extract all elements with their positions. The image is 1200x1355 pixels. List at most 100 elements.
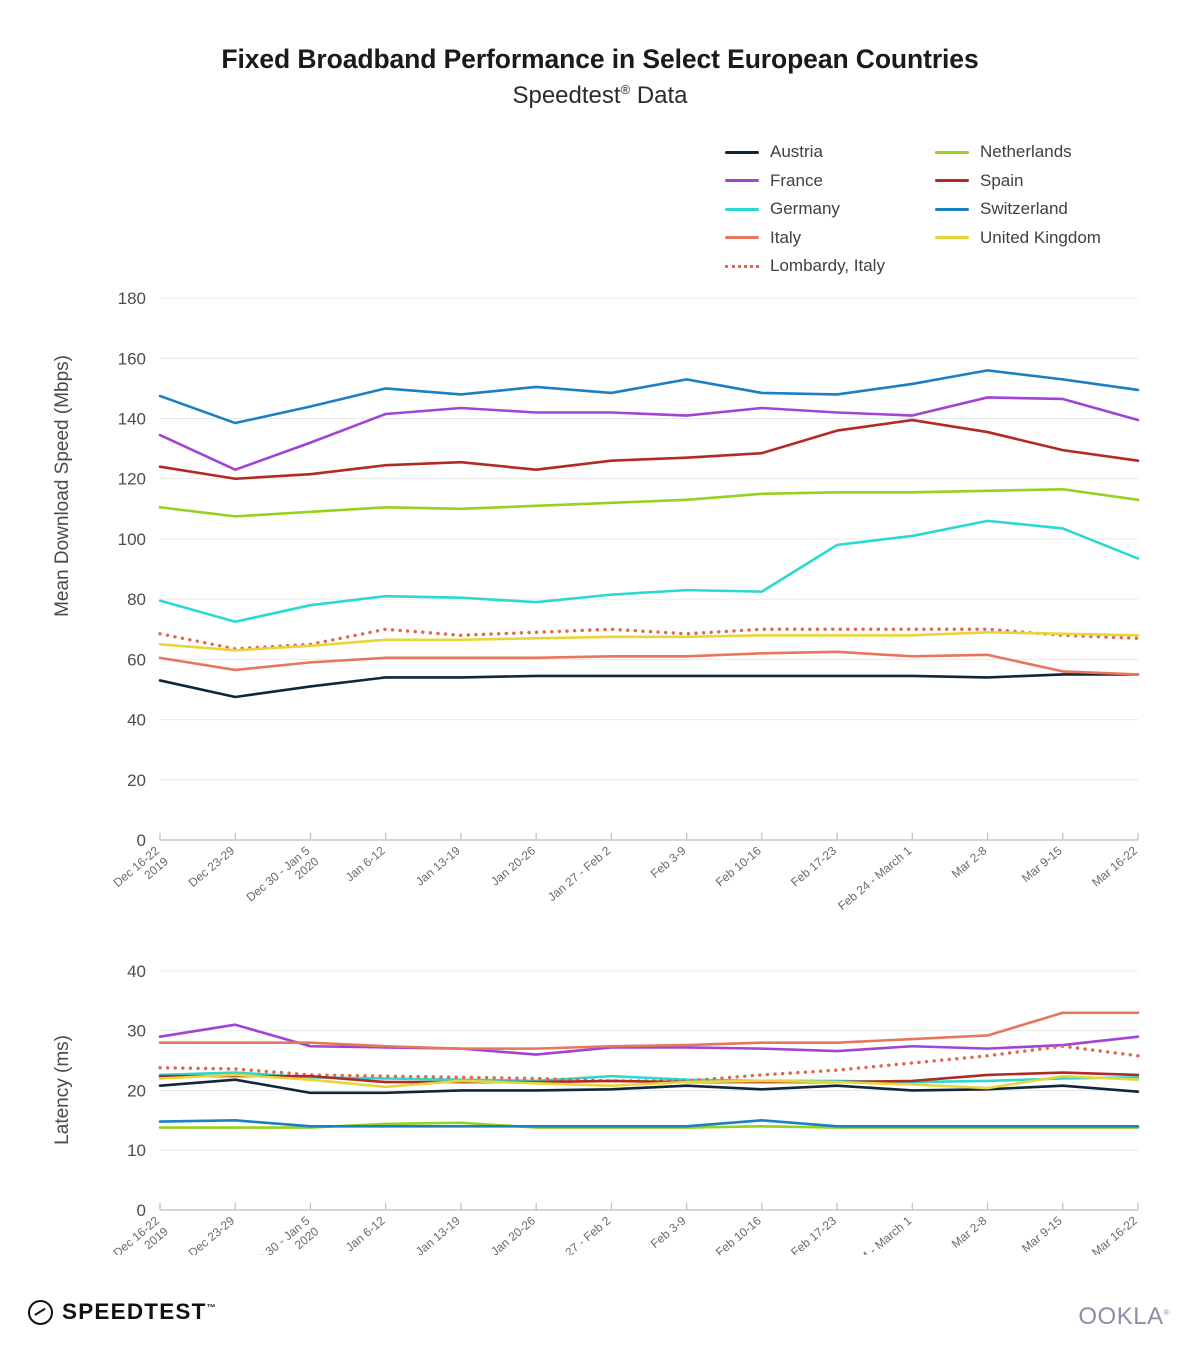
legend-item-france[interactable]: France: [725, 171, 935, 191]
y-tick-label: 10: [127, 1141, 146, 1160]
svg-text:Feb 24 - March 1: Feb 24 - March 1: [835, 843, 914, 913]
legend-item-united-kingdom[interactable]: United Kingdom: [935, 228, 1145, 248]
svg-text:Mar 9-15: Mar 9-15: [1019, 1213, 1065, 1255]
x-tick-label: Jan 27 - Feb 2: [545, 843, 614, 904]
y-axis-tick-labels: 0 10 20 30 40: [127, 962, 146, 1220]
svg-text:Feb 3-9: Feb 3-9: [648, 843, 689, 881]
series-group: [158, 369, 1140, 699]
x-tick-label: Feb 17-23: [788, 1213, 839, 1255]
x-tick-label: Dec 30 - Jan 52020: [244, 1213, 322, 1255]
svg-text:Mar 16-22: Mar 16-22: [1089, 1213, 1140, 1255]
page-title: Fixed Broadband Performance in Select Eu…: [221, 44, 979, 74]
y-tick-label: 40: [127, 711, 146, 730]
x-tick-label: Jan 20-26: [488, 1213, 538, 1255]
x-tick-label: Jan 13-19: [413, 1213, 463, 1255]
registered-mark: ®: [620, 82, 631, 98]
x-tick-label: Jan 13-19: [413, 843, 463, 888]
x-tick-label: Jan 20-26: [488, 843, 538, 888]
y-axis-tick-labels: 0 20 40 60 80 100 120 140 160 180: [118, 289, 146, 850]
x-tick-label: Jan 6-12: [343, 1213, 388, 1254]
series-line-germany: [158, 519, 1140, 624]
y-tick-label: 40: [127, 962, 146, 981]
legend-swatch-icon: [725, 179, 759, 183]
svg-text:Feb 17-23: Feb 17-23: [788, 843, 839, 889]
x-tick-label: Mar 9-15: [1019, 1213, 1065, 1255]
y-tick-label: 20: [127, 1081, 146, 1100]
x-tick-label: Feb 10-16: [713, 1213, 764, 1255]
page-subtitle: Speedtest® Data: [0, 82, 1200, 110]
speedometer-icon: [28, 1299, 53, 1325]
legend-item-netherlands[interactable]: Netherlands: [935, 142, 1145, 162]
svg-text:Feb 3-9: Feb 3-9: [648, 1213, 689, 1251]
x-axis-tick-labels: Dec 16-222019 Dec 23-29 Dec 30 - Jan 52020…: [111, 1213, 1141, 1255]
series-group: [158, 1011, 1140, 1129]
speedtest-wordmark: SPEEDTEST™: [62, 1299, 216, 1324]
x-tick-label: Feb 3-9: [648, 1213, 689, 1251]
legend-swatch-icon: [935, 179, 969, 183]
title-block: Fixed Broadband Performance in Select Eu…: [0, 0, 1200, 110]
legend-item-germany[interactable]: Germany: [725, 199, 935, 219]
gridlines: [160, 970, 1138, 1151]
svg-text:Jan 20-26: Jan 20-26: [488, 843, 538, 888]
legend-swatch-icon: [725, 150, 759, 154]
series-line-italy: [158, 650, 1140, 676]
y-tick-label: 60: [127, 650, 146, 669]
x-tick-label: Dec 30 - Jan 52020: [244, 843, 322, 904]
y-tick-label: 180: [118, 289, 146, 308]
legend-label: France: [770, 170, 823, 190]
ookla-logo: OOKLA®: [1078, 1303, 1170, 1331]
speedtest-logo: SPEEDTEST™: [28, 1299, 216, 1325]
legend-label: Spain: [980, 170, 1024, 190]
y-tick-label: 160: [118, 349, 146, 368]
series-line-france: [158, 1023, 1140, 1056]
x-tick-label: Jan 6-12: [343, 843, 388, 884]
x-axis: [159, 1203, 1139, 1211]
x-tick-label: Mar 9-15: [1019, 843, 1065, 885]
legend-item-spain[interactable]: Spain: [935, 171, 1145, 191]
legend-label: Italy: [770, 227, 802, 247]
svg-text:Jan 20-26: Jan 20-26: [488, 1213, 538, 1255]
svg-text:Feb 10-16: Feb 10-16: [713, 843, 764, 889]
download-speed-chart: 0 20 40 60 80 100 120 140 160 180 Dec 16-22 2019 Dec…: [0, 250, 1200, 940]
series-line-spain: [158, 418, 1140, 481]
svg-text:Feb 24 - March 1: Feb 24 - March 1: [835, 1213, 914, 1255]
legend-label: Netherlands: [980, 142, 1072, 162]
x-axis: [159, 833, 1139, 841]
legend-swatch-icon: [935, 207, 969, 211]
x-tick-label: Mar 16-22: [1089, 843, 1140, 889]
download-speed-plot: 020406080100120140160180Dec 16-222019 Dec…: [111, 289, 1141, 913]
subtitle-tail: Data: [630, 82, 688, 110]
svg-text:Jan 27 - Feb 2: Jan 27 - Feb 2: [545, 1213, 614, 1255]
legend-swatch-icon: [935, 236, 969, 240]
subtitle-text: Speedtest: [512, 82, 621, 110]
svg-text:Jan 6-12: Jan 6-12: [343, 1213, 388, 1254]
svg-text:Mar 9-15: Mar 9-15: [1019, 843, 1065, 885]
legend-item-italy[interactable]: Italy: [725, 228, 935, 248]
x-tick-label: Feb 17-23: [788, 843, 839, 889]
y-tick-label: 0: [137, 831, 146, 850]
x-tick-label: Feb 24 - March 1: [835, 843, 914, 913]
y-tick-label: 80: [127, 590, 146, 609]
y-tick-label: 0: [137, 1201, 146, 1220]
trademark-mark: ™: [206, 1302, 216, 1313]
series-line-netherlands: [158, 487, 1140, 518]
legend-item-austria[interactable]: Austria: [725, 142, 935, 162]
legend-swatch-icon: [935, 150, 969, 154]
x-tick-label: Dec 23-29: [186, 843, 238, 890]
legend-label: Austria: [770, 142, 823, 162]
y-tick-label: 30: [127, 1022, 146, 1041]
x-tick-label: Mar 2-8: [949, 1213, 990, 1251]
legend-swatch-icon: [725, 236, 759, 240]
y-tick-label: 120: [118, 470, 146, 489]
x-tick-label: Feb 24 - March 1: [835, 1213, 914, 1255]
legend-swatch-icon: [725, 207, 759, 211]
svg-text:Mar 16-22: Mar 16-22: [1089, 843, 1140, 889]
svg-text:Mar 2-8: Mar 2-8: [949, 843, 990, 881]
svg-text:Jan 13-19: Jan 13-19: [413, 843, 463, 888]
legend-label: Germany: [770, 199, 840, 219]
x-tick-label: Feb 3-9: [648, 843, 689, 881]
registered-mark-ookla: ®: [1163, 1308, 1170, 1317]
legend-item-switzerland[interactable]: Switzerland: [935, 199, 1145, 219]
series-line-united-kingdom: [158, 630, 1140, 652]
x-tick-label: Dec 23-29: [186, 1213, 238, 1255]
